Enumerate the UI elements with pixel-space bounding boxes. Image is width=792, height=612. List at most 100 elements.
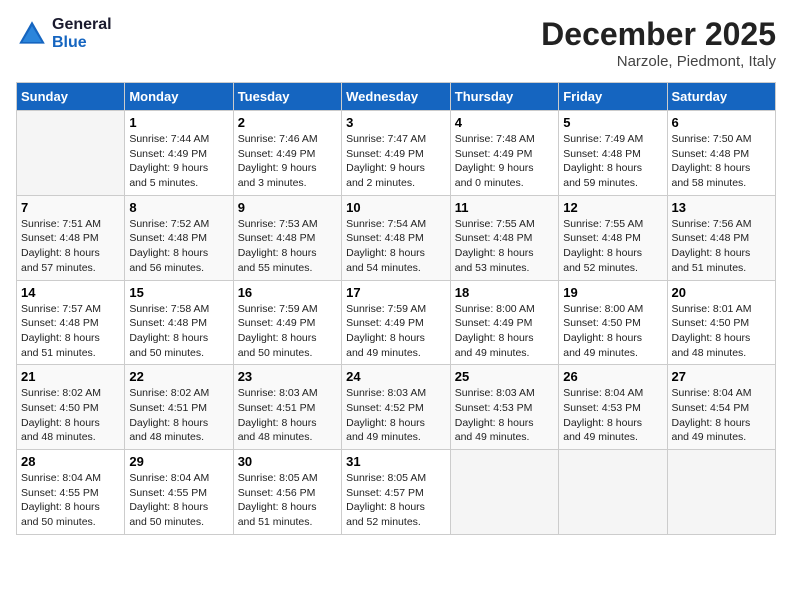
calendar-cell: 29 Sunrise: 8:04 AM Sunset: 4:55 PM Dayli… xyxy=(125,450,233,535)
day-header-saturday: Saturday xyxy=(667,83,776,111)
calendar-cell: 27 Sunrise: 8:04 AM Sunset: 4:54 PM Dayli… xyxy=(667,365,776,450)
calendar-cell: 28Sunrise: 8:04 AM Sunset: 4:55 PM Dayli… xyxy=(17,450,125,535)
day-number: 8 xyxy=(129,200,228,215)
logo-icon xyxy=(16,18,48,50)
day-header-friday: Friday xyxy=(559,83,667,111)
day-number: 18 xyxy=(455,285,554,300)
calendar-cell xyxy=(17,111,125,196)
calendar-cell: 26 Sunrise: 8:04 AM Sunset: 4:53 PM Dayli… xyxy=(559,365,667,450)
calendar-cell: 1 Sunrise: 7:44 AM Sunset: 4:49 PM Daylig… xyxy=(125,111,233,196)
calendar-cell: 2 Sunrise: 7:46 AM Sunset: 4:49 PM Daylig… xyxy=(233,111,341,196)
day-info: Sunrise: 8:01 AM Sunset: 4:50 PM Dayligh… xyxy=(672,302,772,361)
month-title: December 2025 xyxy=(541,16,776,53)
day-info: Sunrise: 7:50 AM Sunset: 4:48 PM Dayligh… xyxy=(672,132,772,191)
calendar-cell: 4Sunrise: 7:48 AM Sunset: 4:49 PM Daylig… xyxy=(450,111,558,196)
day-number: 15 xyxy=(129,285,228,300)
day-number: 25 xyxy=(455,369,554,384)
calendar-cell: 19 Sunrise: 8:00 AM Sunset: 4:50 PM Dayli… xyxy=(559,280,667,365)
calendar-cell: 31Sunrise: 8:05 AM Sunset: 4:57 PM Dayli… xyxy=(342,450,451,535)
day-info: Sunrise: 7:59 AM Sunset: 4:49 PM Dayligh… xyxy=(346,302,446,361)
day-number: 10 xyxy=(346,200,446,215)
day-number: 5 xyxy=(563,115,662,130)
day-info: Sunrise: 8:03 AM Sunset: 4:52 PM Dayligh… xyxy=(346,386,446,445)
day-number: 29 xyxy=(129,454,228,469)
calendar-cell: 3 Sunrise: 7:47 AM Sunset: 4:49 PM Daylig… xyxy=(342,111,451,196)
day-number: 22 xyxy=(129,369,228,384)
day-info: Sunrise: 7:55 AM Sunset: 4:48 PM Dayligh… xyxy=(455,217,554,276)
day-info: Sunrise: 7:54 AM Sunset: 4:48 PM Dayligh… xyxy=(346,217,446,276)
calendar-cell: 15 Sunrise: 7:58 AM Sunset: 4:48 PM Dayli… xyxy=(125,280,233,365)
day-info: Sunrise: 7:44 AM Sunset: 4:49 PM Dayligh… xyxy=(129,132,228,191)
day-number: 16 xyxy=(238,285,337,300)
day-number: 27 xyxy=(672,369,772,384)
day-info: Sunrise: 8:03 AM Sunset: 4:51 PM Dayligh… xyxy=(238,386,337,445)
calendar-cell: 22 Sunrise: 8:02 AM Sunset: 4:51 PM Dayli… xyxy=(125,365,233,450)
day-info: Sunrise: 8:02 AM Sunset: 4:51 PM Dayligh… xyxy=(129,386,228,445)
calendar-cell xyxy=(450,450,558,535)
day-info: Sunrise: 8:04 AM Sunset: 4:54 PM Dayligh… xyxy=(672,386,772,445)
calendar-cell: 12 Sunrise: 7:55 AM Sunset: 4:48 PM Dayli… xyxy=(559,195,667,280)
day-info: Sunrise: 7:52 AM Sunset: 4:48 PM Dayligh… xyxy=(129,217,228,276)
day-number: 31 xyxy=(346,454,446,469)
day-number: 19 xyxy=(563,285,662,300)
day-info: Sunrise: 8:03 AM Sunset: 4:53 PM Dayligh… xyxy=(455,386,554,445)
day-header-wednesday: Wednesday xyxy=(342,83,451,111)
day-header-sunday: Sunday xyxy=(17,83,125,111)
calendar-cell: 14 Sunrise: 7:57 AM Sunset: 4:48 PM Dayli… xyxy=(17,280,125,365)
day-number: 6 xyxy=(672,115,772,130)
calendar-cell: 9 Sunrise: 7:53 AM Sunset: 4:48 PM Daylig… xyxy=(233,195,341,280)
day-info: Sunrise: 7:53 AM Sunset: 4:48 PM Dayligh… xyxy=(238,217,337,276)
day-number: 9 xyxy=(238,200,337,215)
calendar-cell: 5 Sunrise: 7:49 AM Sunset: 4:48 PM Daylig… xyxy=(559,111,667,196)
day-number: 2 xyxy=(238,115,337,130)
day-number: 11 xyxy=(455,200,554,215)
day-number: 26 xyxy=(563,369,662,384)
day-info: Sunrise: 7:46 AM Sunset: 4:49 PM Dayligh… xyxy=(238,132,337,191)
day-info: Sunrise: 8:04 AM Sunset: 4:55 PM Dayligh… xyxy=(21,471,120,530)
day-number: 23 xyxy=(238,369,337,384)
location-subtitle: Narzole, Piedmont, Italy xyxy=(541,53,776,70)
day-header-tuesday: Tuesday xyxy=(233,83,341,111)
day-info: Sunrise: 7:58 AM Sunset: 4:48 PM Dayligh… xyxy=(129,302,228,361)
calendar-table: SundayMondayTuesdayWednesdayThursdayFrid… xyxy=(16,82,776,535)
day-info: Sunrise: 7:57 AM Sunset: 4:48 PM Dayligh… xyxy=(21,302,120,361)
title-block: December 2025 Narzole, Piedmont, Italy xyxy=(541,16,776,70)
logo: General Blue xyxy=(16,16,112,52)
day-header-thursday: Thursday xyxy=(450,83,558,111)
calendar-cell: 21Sunrise: 8:02 AM Sunset: 4:50 PM Dayli… xyxy=(17,365,125,450)
day-info: Sunrise: 7:56 AM Sunset: 4:48 PM Dayligh… xyxy=(672,217,772,276)
calendar-cell: 11 Sunrise: 7:55 AM Sunset: 4:48 PM Dayli… xyxy=(450,195,558,280)
calendar-cell: 30Sunrise: 8:05 AM Sunset: 4:56 PM Dayli… xyxy=(233,450,341,535)
calendar-cell xyxy=(559,450,667,535)
calendar-cell: 8 Sunrise: 7:52 AM Sunset: 4:48 PM Daylig… xyxy=(125,195,233,280)
day-info: Sunrise: 7:49 AM Sunset: 4:48 PM Dayligh… xyxy=(563,132,662,191)
day-info: Sunrise: 8:04 AM Sunset: 4:53 PM Dayligh… xyxy=(563,386,662,445)
calendar-cell: 16 Sunrise: 7:59 AM Sunset: 4:49 PM Dayli… xyxy=(233,280,341,365)
calendar-cell: 6 Sunrise: 7:50 AM Sunset: 4:48 PM Daylig… xyxy=(667,111,776,196)
day-number: 3 xyxy=(346,115,446,130)
day-info: Sunrise: 8:00 AM Sunset: 4:50 PM Dayligh… xyxy=(563,302,662,361)
day-number: 21 xyxy=(21,369,120,384)
day-number: 7 xyxy=(21,200,120,215)
day-number: 24 xyxy=(346,369,446,384)
day-info: Sunrise: 8:05 AM Sunset: 4:56 PM Dayligh… xyxy=(238,471,337,530)
day-info: Sunrise: 8:04 AM Sunset: 4:55 PM Dayligh… xyxy=(129,471,228,530)
day-info: Sunrise: 7:59 AM Sunset: 4:49 PM Dayligh… xyxy=(238,302,337,361)
calendar-cell: 23 Sunrise: 8:03 AM Sunset: 4:51 PM Dayli… xyxy=(233,365,341,450)
day-number: 14 xyxy=(21,285,120,300)
day-info: Sunrise: 7:48 AM Sunset: 4:49 PM Dayligh… xyxy=(455,132,554,191)
day-number: 1 xyxy=(129,115,228,130)
day-info: Sunrise: 7:51 AM Sunset: 4:48 PM Dayligh… xyxy=(21,217,120,276)
day-info: Sunrise: 8:00 AM Sunset: 4:49 PM Dayligh… xyxy=(455,302,554,361)
day-number: 12 xyxy=(563,200,662,215)
day-number: 13 xyxy=(672,200,772,215)
calendar-cell: 20Sunrise: 8:01 AM Sunset: 4:50 PM Dayli… xyxy=(667,280,776,365)
day-info: Sunrise: 7:55 AM Sunset: 4:48 PM Dayligh… xyxy=(563,217,662,276)
day-info: Sunrise: 7:47 AM Sunset: 4:49 PM Dayligh… xyxy=(346,132,446,191)
calendar-cell xyxy=(667,450,776,535)
calendar-cell: 25 Sunrise: 8:03 AM Sunset: 4:53 PM Dayli… xyxy=(450,365,558,450)
calendar-cell: 17Sunrise: 7:59 AM Sunset: 4:49 PM Dayli… xyxy=(342,280,451,365)
calendar-cell: 13 Sunrise: 7:56 AM Sunset: 4:48 PM Dayli… xyxy=(667,195,776,280)
calendar-cell: 18 Sunrise: 8:00 AM Sunset: 4:49 PM Dayli… xyxy=(450,280,558,365)
page-header: General Blue December 2025 Narzole, Pied… xyxy=(16,16,776,70)
